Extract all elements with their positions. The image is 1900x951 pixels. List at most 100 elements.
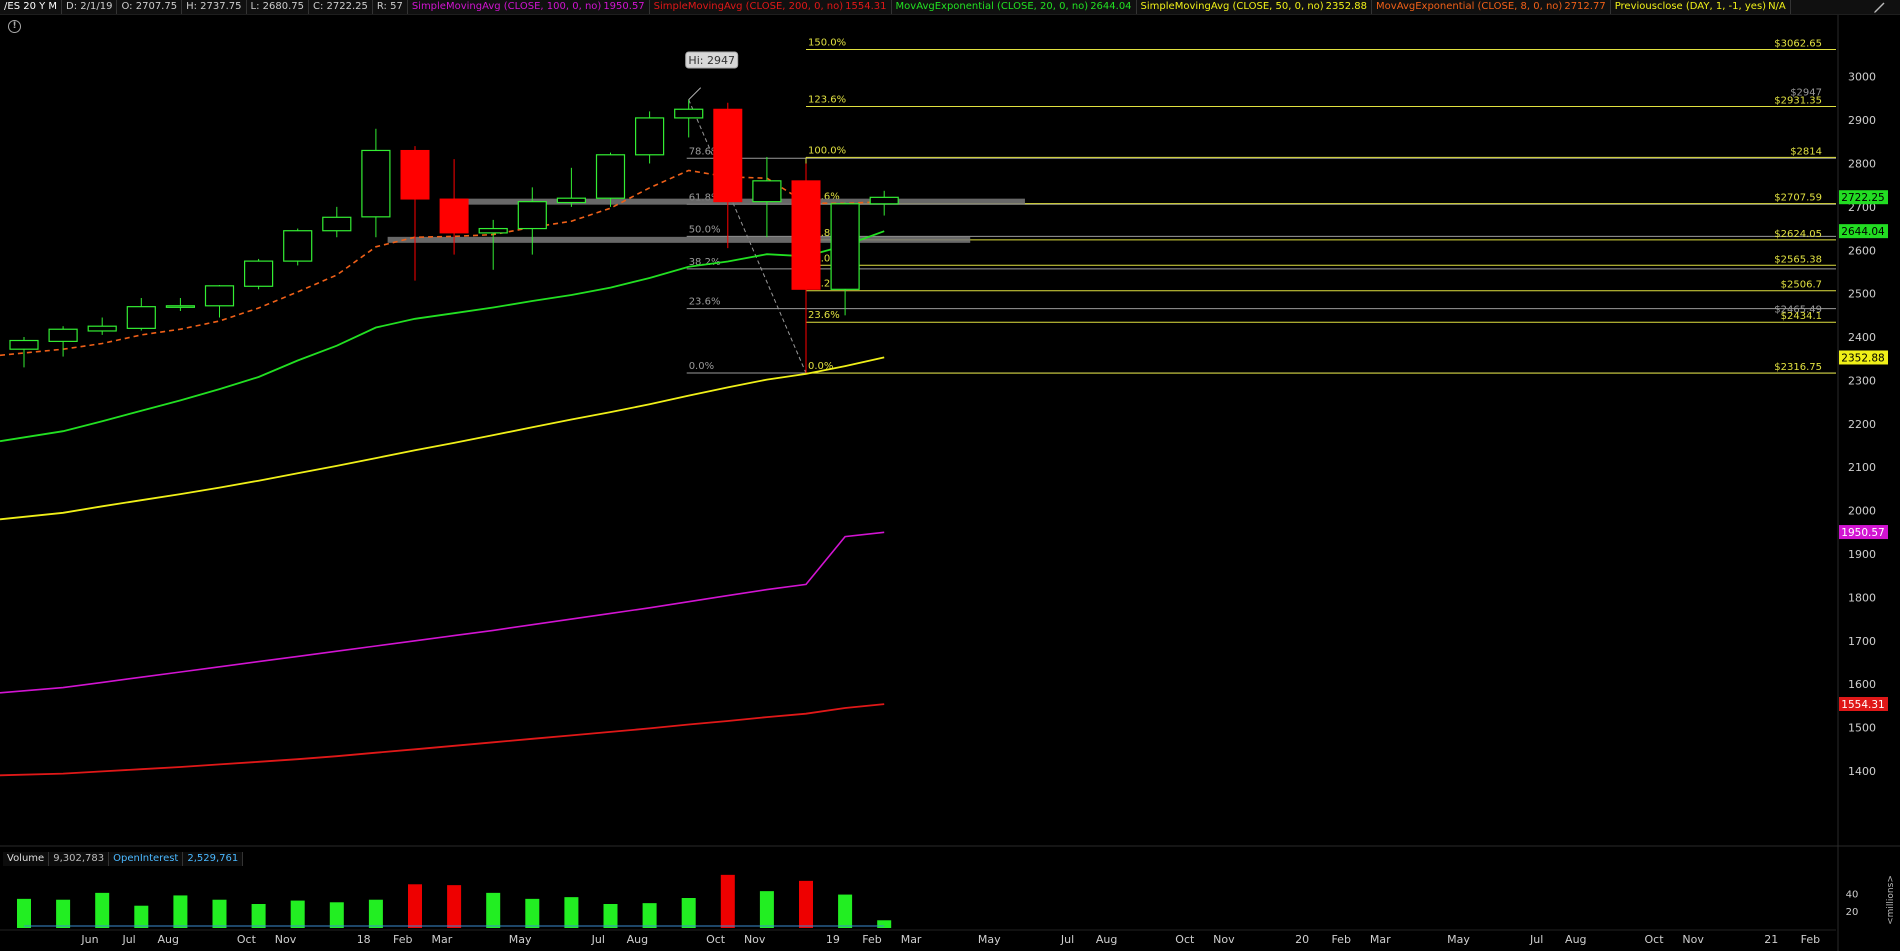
candle-body <box>830 203 860 290</box>
study-sma50-label[interactable]: SimpleMovingAvg (CLOSE, 50, 0, no) <box>1137 0 1324 14</box>
candle-body <box>517 201 547 230</box>
fib-small-price-label: $2506.7 <box>1781 280 1822 291</box>
symbol-label[interactable]: /ES 20 Y M <box>0 0 63 14</box>
volume-bar <box>720 874 735 928</box>
bar-close: C: 2722.25 <box>309 0 373 14</box>
y-tick-label: 3000 <box>1848 71 1876 84</box>
candle-body <box>595 154 626 199</box>
x-tick-label: 21 <box>1764 933 1778 946</box>
volume-bar <box>603 904 618 928</box>
candle-body <box>165 305 195 308</box>
x-tick-label: Oct <box>1644 933 1664 946</box>
x-tick-label: Oct <box>237 933 257 946</box>
candle-body <box>634 117 665 156</box>
fib-small-label: 23.6% <box>808 310 840 321</box>
candle-body <box>126 306 156 329</box>
bar-date: D: 2/1/19 <box>62 0 118 14</box>
volume-bar <box>17 898 31 928</box>
x-tick-label: Feb <box>393 933 412 946</box>
volume-bar <box>290 900 305 928</box>
volume-header: Volume 9,302,783 OpenInterest 2,529,761 <box>3 852 244 866</box>
x-tick-label: Aug <box>627 933 648 946</box>
volume-bar <box>368 899 383 928</box>
x-tick-label: 18 <box>357 933 371 946</box>
volume-bar <box>681 898 696 928</box>
study-sma50-value: 2352.88 <box>1324 0 1373 14</box>
candle-body <box>361 149 391 218</box>
x-tick-label: Jul <box>1529 933 1543 946</box>
volume-value: 9,302,783 <box>49 852 110 866</box>
volume-bar <box>134 905 149 928</box>
price-tag-label: 2352.88 <box>1841 352 1884 364</box>
x-tick-label: Aug <box>1565 933 1586 946</box>
fib-small-price-label: $2434.1 <box>1781 311 1822 322</box>
study-ema20-label[interactable]: MovAvgExponential (CLOSE, 20, 0, no) <box>892 0 1089 14</box>
y-tick-label: 2300 <box>1848 374 1876 387</box>
x-tick-label: Oct <box>706 933 726 946</box>
candle <box>595 152 626 207</box>
fib-small-price-label: $2316.75 <box>1774 362 1822 373</box>
volume-bar <box>838 894 853 928</box>
study-prevclose-label[interactable]: Previousclose (DAY, 1, -1, yes) <box>1611 0 1766 14</box>
x-tick-label: Aug <box>157 933 178 946</box>
fib-big-label: 23.6% <box>689 297 721 308</box>
volume-bar <box>329 902 344 928</box>
study-sma100-value: 1950.57 <box>601 0 650 14</box>
fib-small-price-label: $2814 <box>1790 146 1822 157</box>
fib-small-price-label: $3062.65 <box>1774 39 1822 50</box>
price-tag-label: 1950.57 <box>1841 527 1884 539</box>
x-tick-label: Feb <box>862 933 881 946</box>
fib-small-price-label: $2707.59 <box>1774 193 1822 204</box>
x-tick-label: Aug <box>1096 933 1117 946</box>
volume-bar <box>759 891 774 928</box>
volume-tick-label: 40 <box>1846 890 1859 901</box>
pencil-icon[interactable] <box>1872 0 1888 14</box>
candle-body <box>791 180 821 290</box>
volume-bar <box>877 920 892 928</box>
volume-unit-label: <millions> <box>1886 875 1896 925</box>
volume-label[interactable]: Volume <box>3 852 50 866</box>
fib-small-label: 150.0% <box>808 38 846 49</box>
y-tick-label: 2400 <box>1848 331 1876 344</box>
volume-bar <box>525 898 540 928</box>
open-interest-value: 2,529,761 <box>183 852 244 866</box>
chart-window: 0.0% 23.6% 38.2% 50.0% 61.8% 78.6% $2465.49 $29… <box>0 0 1900 951</box>
x-tick-label: Nov <box>1213 933 1235 946</box>
volume-bar <box>95 892 110 928</box>
x-tick-label: May <box>1447 933 1470 946</box>
bar-low: L: 2680.75 <box>247 0 309 14</box>
candle-body <box>400 149 430 200</box>
study-header-bar: /ES 20 Y M D: 2/1/19 O: 2707.75 H: 2737.… <box>0 0 1900 15</box>
x-tick-label: 19 <box>826 933 840 946</box>
bar-high: H: 2737.75 <box>182 0 247 14</box>
study-sma100-label[interactable]: SimpleMovingAvg (CLOSE, 100, 0, no) <box>408 0 602 14</box>
study-prevclose-value: N/A <box>1766 0 1791 14</box>
candle-body <box>204 285 235 307</box>
volume-bar <box>251 904 266 928</box>
y-tick-label: 2100 <box>1848 461 1876 474</box>
volume-tick-label: 20 <box>1846 907 1859 918</box>
candle-body <box>87 325 117 332</box>
candle-body <box>556 197 587 204</box>
price-chart[interactable]: 0.0%23.6%38.2%50.0%61.8%78.6%$2465.49$29… <box>0 0 1900 951</box>
x-tick-label: Nov <box>744 933 766 946</box>
x-tick-label: 20 <box>1295 933 1309 946</box>
study-ema8-label[interactable]: MovAvgExponential (CLOSE, 8, 0, no) <box>1372 0 1562 14</box>
hi-bubble-label: Hi: 2947 <box>688 54 735 67</box>
bar-open: O: 2707.75 <box>117 0 183 14</box>
info-icon[interactable]: ! <box>8 20 21 33</box>
open-interest-label[interactable]: OpenInterest <box>109 852 184 866</box>
candle-body <box>869 196 899 205</box>
candle-body <box>244 260 274 287</box>
support-zone <box>387 236 971 243</box>
volume-bar <box>642 903 657 928</box>
y-tick-label: 2500 <box>1848 288 1876 301</box>
fib-big-label: 0.0% <box>689 361 714 372</box>
volume-bar <box>173 895 188 928</box>
bar-range: R: 57 <box>373 0 408 14</box>
x-tick-label: Jul <box>121 933 135 946</box>
study-sma200-label[interactable]: SimpleMovingAvg (CLOSE, 200, 0, no) <box>650 0 844 14</box>
price-tag-label: 1554.31 <box>1841 699 1884 711</box>
candle <box>244 258 274 290</box>
y-tick-label: 1600 <box>1848 678 1876 691</box>
